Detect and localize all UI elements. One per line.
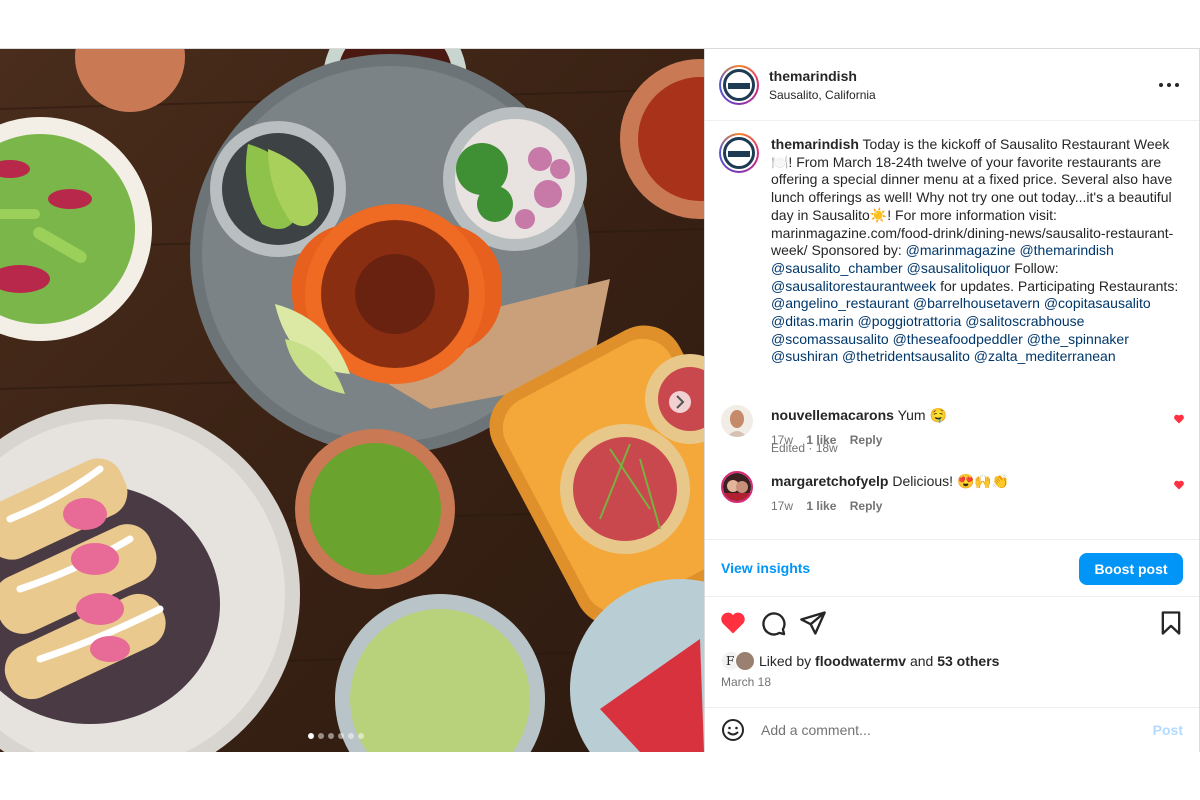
caption-mention-link[interactable]: @angelino_restaurant [771,295,909,311]
likes-middle: and [906,653,938,669]
brand-logo-icon [723,137,755,169]
save-bookmark-icon[interactable] [1157,609,1185,637]
header-location[interactable]: Sausalito, California [769,88,876,102]
comment-like-heart-icon[interactable] [1173,413,1185,425]
caption-mention-link[interactable]: @sausalito_chamber [771,260,903,276]
likes-text[interactable]: Liked by floodwatermv and 53 others [759,653,999,669]
caption-mention-link[interactable]: @scomassausalito [771,331,889,347]
brand-logo-icon [723,69,755,101]
caption-mention-link[interactable]: @zalta_mediterranean [974,348,1116,364]
comment-body: Delicious! 😍🙌👏 [892,473,1010,489]
comment-likes[interactable]: 1 like [806,499,836,513]
caption-section: themarindish Today is the kickoff of Sau… [705,121,1199,539]
comment-username[interactable]: nouvellemacarons [771,407,894,423]
reply-button[interactable]: Reply [850,499,883,513]
comment-username[interactable]: margaretchofyelp [771,473,888,489]
svg-text:F: F [726,654,734,668]
instagram-post: themarindish Sausalito, California thema… [0,48,1200,752]
caption-mention-link[interactable]: @sausalitoliquor [907,260,1011,276]
caption-mention-link[interactable]: @themarindish [1019,242,1113,258]
boost-post-button[interactable]: Boost post [1079,553,1183,585]
emoji-icon[interactable] [721,718,745,742]
caption-text-part: for updates. Participating Restaurants: [936,277,1179,294]
insights-row: View insights Boost post [705,539,1199,597]
caption-mention-link[interactable]: @ditas.marin [771,313,854,329]
reply-button[interactable]: Reply [850,433,883,447]
next-slide-button[interactable] [669,391,691,413]
caption-mention-link[interactable]: @barrelhousetavern [913,295,1040,311]
caption-avatar[interactable] [719,133,759,173]
comment-2: margaretchofyelp Delicious! 😍🙌👏 17w 1 li… [705,471,1199,531]
post-comment-button[interactable]: Post [1153,722,1183,738]
caption-text: themarindish Today is the kickoff of Sau… [771,136,1185,366]
post-date[interactable]: March 18 [721,675,771,689]
view-insights-link[interactable]: View insights [721,560,810,576]
caption-mention-link[interactable]: @the_spinnaker [1027,331,1129,347]
likes-others-count[interactable]: 53 others [937,653,999,669]
caption-mention-link[interactable]: @salitoscrabhouse [965,313,1084,329]
comment-age: 17w [771,433,794,447]
liker-avatar[interactable] [735,651,755,671]
caption-username[interactable]: themarindish [771,136,859,152]
comment-text: margaretchofyelp Delicious! 😍🙌👏 [771,473,1009,490]
caption-mention-link[interactable]: @sushiran [771,348,838,364]
post-header: themarindish Sausalito, California [705,49,1199,121]
header-avatar[interactable] [719,65,759,105]
caption-text-part: Today is the kickoff of Sausalito Restau… [771,136,1174,259]
comment-body: Yum 🤤 [897,407,947,423]
comment-1: nouvellemacarons Yum 🤤 17w 1 like Reply [705,405,1199,465]
caption-mention-link[interactable]: @sausalitorestaurantweek [771,278,936,294]
post-side-panel: themarindish Sausalito, California thema… [704,49,1200,752]
caption-mention-link[interactable]: @copitasausalito [1044,295,1151,311]
comment-bubble-icon[interactable] [759,609,787,637]
liker-username[interactable]: floodwatermv [815,653,906,669]
share-send-icon[interactable] [799,609,827,637]
like-heart-icon[interactable] [719,609,747,637]
commenter-avatar[interactable] [721,471,753,503]
comment-meta: 17w 1 like Reply [771,499,892,513]
food-photo-illustration [0,49,704,752]
add-comment-input[interactable] [761,716,1121,744]
comment-age: 17w [771,499,794,513]
comment-like-heart-icon[interactable] [1173,479,1185,491]
comment-likes[interactable]: 1 like [806,433,836,447]
caption-mention-link[interactable]: @thetridentsausalito [842,348,970,364]
caption-mention-link[interactable]: @poggiotrattoria [858,313,962,329]
comment-text: nouvellemacarons Yum 🤤 [771,407,947,424]
action-bar [705,605,1199,645]
commenter-avatar[interactable] [721,405,753,437]
caption-text-part: Follow: [1010,259,1059,276]
comment-meta: 17w 1 like Reply [771,433,892,447]
add-comment-bar: Post [705,707,1199,752]
more-options-icon[interactable] [1157,73,1181,97]
caption-mention-link[interactable]: @marinmagazine [906,242,1016,258]
likes-prefix: Liked by [759,653,816,669]
caption-mention-link[interactable]: @theseafoodpeddler [893,331,1023,347]
post-photo[interactable] [0,49,704,752]
header-username[interactable]: themarindish [769,68,857,84]
